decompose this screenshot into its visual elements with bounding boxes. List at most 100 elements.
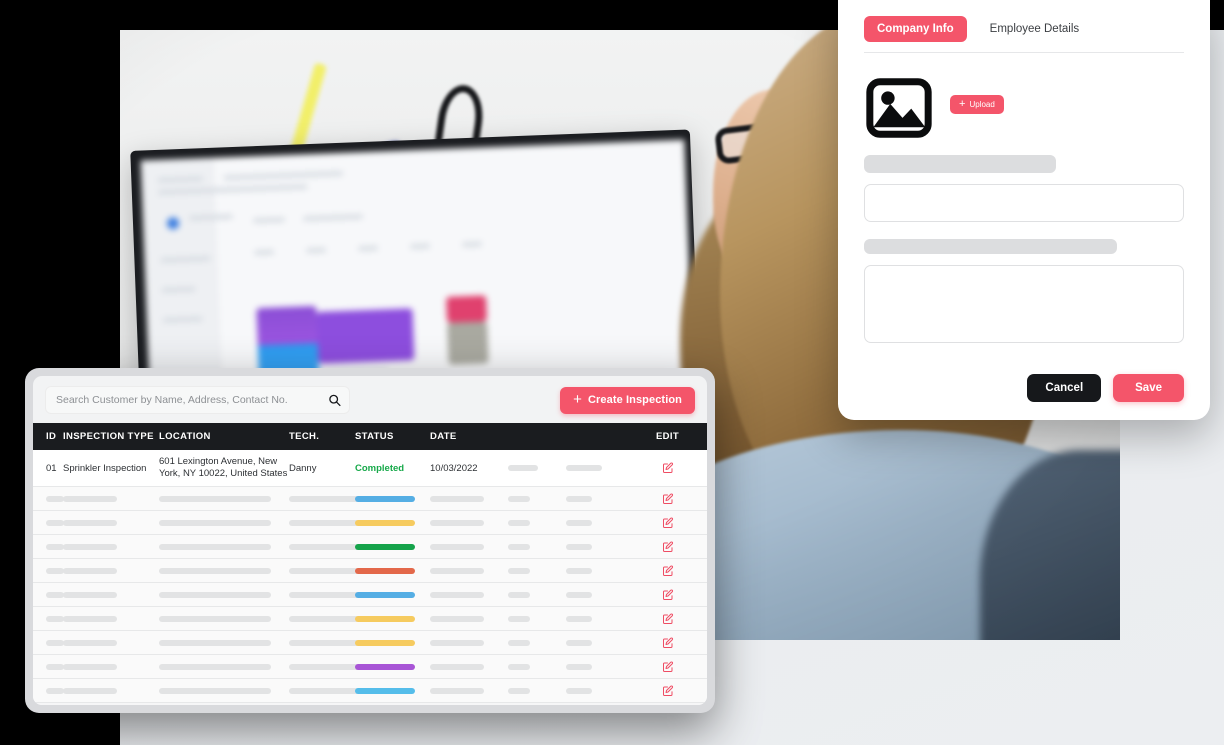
status-bar	[355, 687, 415, 694]
cell-extra-1	[508, 519, 566, 526]
cell-inspection-type	[63, 639, 159, 646]
cell-location	[159, 519, 289, 526]
status-badge: Completed	[355, 462, 405, 474]
cell-tech: Danny	[289, 462, 317, 474]
status-bar	[355, 519, 415, 526]
cell-extra-1	[508, 495, 566, 502]
search-input[interactable]	[45, 386, 350, 414]
cell-tech	[289, 639, 359, 646]
column-header-tech[interactable]: TECH.	[289, 431, 355, 442]
cell-edit[interactable]	[628, 588, 707, 601]
table-row[interactable]	[33, 631, 707, 655]
cell-location	[159, 615, 289, 622]
cell-location: 601 Lexington Avenue, New York, NY 10022…	[159, 456, 289, 480]
tab-employee-details[interactable]: Employee Details	[977, 16, 1092, 42]
cell-location	[159, 567, 289, 574]
edit-pencil-icon[interactable]	[662, 540, 674, 553]
cell-tech	[289, 615, 359, 622]
cell-inspection-type	[63, 687, 159, 694]
company-field-1[interactable]	[864, 184, 1184, 222]
edit-pencil-icon[interactable]	[662, 462, 674, 474]
upload-button[interactable]: + Upload	[950, 94, 1004, 114]
plus-icon: +	[959, 97, 966, 110]
upload-button-label: Upload	[969, 99, 995, 109]
screenshot-root: + Create Inspection ID INSPECTION TYPE L…	[0, 0, 1224, 745]
cell-tech	[289, 663, 359, 670]
table-row[interactable]	[33, 679, 707, 703]
edit-pencil-icon[interactable]	[662, 492, 674, 505]
table-skeleton-rows	[33, 487, 707, 703]
cell-edit[interactable]	[628, 492, 707, 505]
column-header-date[interactable]: DATE	[430, 431, 508, 442]
cell-extra-1	[508, 591, 566, 598]
cell-id	[33, 543, 64, 550]
cell-date	[430, 687, 508, 694]
tab-company-info[interactable]: Company Info	[864, 16, 967, 42]
edit-pencil-icon[interactable]	[662, 516, 674, 529]
cell-edit[interactable]	[628, 564, 707, 577]
cell-edit[interactable]	[628, 660, 707, 673]
cell-extra-2	[566, 663, 628, 670]
cell-extra-1	[508, 543, 566, 550]
cell-location	[159, 663, 289, 670]
cell-location	[159, 543, 289, 550]
cell-extra-1	[508, 615, 566, 622]
search-box[interactable]	[45, 386, 350, 414]
inspections-table: + Create Inspection ID INSPECTION TYPE L…	[33, 376, 707, 705]
cell-extra-2	[566, 543, 628, 550]
search-icon[interactable]	[328, 394, 341, 407]
table-row[interactable]	[33, 487, 707, 511]
column-header-edit[interactable]: EDIT	[628, 431, 707, 442]
edit-pencil-icon[interactable]	[662, 684, 674, 697]
edit-pencil-icon[interactable]	[662, 636, 674, 649]
cell-extra-1	[508, 687, 566, 694]
column-header-status[interactable]: STATUS	[355, 431, 430, 442]
cell-extra-2	[566, 591, 628, 598]
column-header-location[interactable]: LOCATION	[159, 431, 289, 442]
cell-date	[430, 567, 508, 574]
save-button[interactable]: Save	[1113, 374, 1184, 402]
cell-tech	[289, 543, 359, 550]
column-header-type[interactable]: INSPECTION TYPE	[63, 431, 159, 442]
field-label-skeleton-2	[864, 239, 1117, 254]
table-row[interactable]	[33, 511, 707, 535]
table-body: 01 Sprinkler Inspection 601 Lexington Av…	[33, 450, 707, 705]
cell-status	[355, 519, 430, 526]
cell-extra-1	[508, 567, 566, 574]
cell-tech	[289, 591, 359, 598]
create-inspection-label: Create Inspection	[587, 394, 682, 406]
cell-status	[355, 495, 430, 502]
cell-edit[interactable]	[628, 462, 707, 474]
company-field-2[interactable]	[864, 265, 1184, 343]
cell-status	[355, 663, 430, 670]
status-bar	[355, 543, 415, 550]
edit-pencil-icon[interactable]	[662, 660, 674, 673]
edit-pencil-icon[interactable]	[662, 564, 674, 577]
plus-icon: +	[573, 391, 582, 408]
form-actions: Cancel Save	[864, 358, 1184, 402]
cell-edit[interactable]	[628, 612, 707, 625]
cell-edit[interactable]	[628, 684, 707, 697]
cell-inspection-type	[63, 543, 159, 550]
table-row[interactable]	[33, 583, 707, 607]
cell-status: Completed	[355, 463, 430, 474]
edit-pencil-icon[interactable]	[662, 612, 674, 625]
cell-status	[355, 615, 430, 622]
column-header-id[interactable]: ID	[33, 431, 63, 442]
table-row[interactable]	[33, 559, 707, 583]
cell-edit[interactable]	[628, 540, 707, 553]
cell-edit[interactable]	[628, 516, 707, 529]
cell-edit[interactable]	[628, 636, 707, 649]
table-row[interactable]	[33, 607, 707, 631]
table-row[interactable]	[33, 535, 707, 559]
cancel-button[interactable]: Cancel	[1027, 374, 1102, 402]
cell-extra-2	[566, 639, 628, 646]
edit-pencil-icon[interactable]	[662, 588, 674, 601]
cell-inspection-type	[63, 567, 159, 574]
table-row[interactable]	[33, 655, 707, 679]
status-bar	[355, 615, 415, 622]
status-bar	[355, 495, 415, 502]
cell-inspection-type	[63, 519, 159, 526]
create-inspection-button[interactable]: + Create Inspection	[560, 386, 695, 414]
table-row[interactable]: 01 Sprinkler Inspection 601 Lexington Av…	[33, 450, 707, 487]
